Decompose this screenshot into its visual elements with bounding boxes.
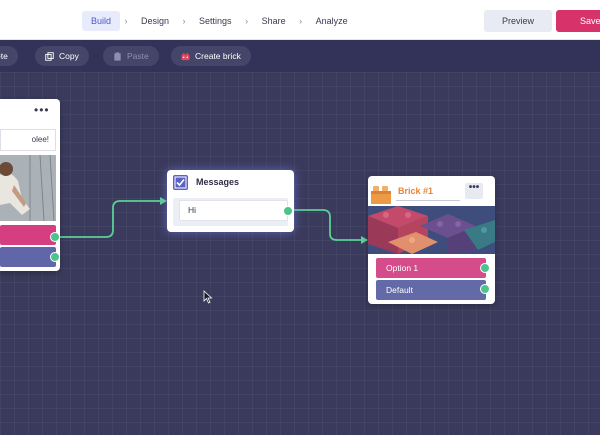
output-port[interactable]: [50, 232, 60, 242]
create-brick-button[interactable]: Create brick: [171, 46, 251, 66]
lego-bricks-image: [368, 206, 495, 254]
save-button[interactable]: Save: [556, 10, 600, 32]
brick-icon: [371, 186, 391, 204]
top-navigation-bar: Build › Design › Settings › Share › Anal…: [0, 0, 600, 40]
delete-button[interactable]: ete: [0, 46, 18, 66]
lego-bricks-illustration: [368, 206, 495, 254]
node-body: Hi: [173, 198, 288, 226]
chevron-right-icon: ›: [124, 16, 128, 26]
copy-icon: [45, 51, 54, 61]
more-dots-icon[interactable]: •••: [465, 183, 483, 199]
tab-settings[interactable]: Settings: [190, 11, 241, 31]
node-previous-brick[interactable]: ••• olee!: [0, 99, 60, 271]
flow-canvas[interactable]: ••• olee! Messages Hi Brick #1 ••• Optio…: [0, 72, 600, 435]
preview-button[interactable]: Preview: [484, 10, 552, 32]
tab-analyze[interactable]: Analyze: [307, 11, 357, 31]
chevron-right-icon: ›: [299, 16, 303, 26]
output-port[interactable]: [50, 252, 60, 262]
node-option-1[interactable]: [0, 225, 56, 245]
paste-button-label: Paste: [127, 51, 149, 61]
connections-layer: [57, 197, 368, 244]
copy-button-label: Copy: [59, 51, 79, 61]
node-option-default[interactable]: [0, 247, 56, 267]
tab-share[interactable]: Share: [253, 11, 295, 31]
output-port[interactable]: [480, 284, 490, 294]
arrowhead-icon: [361, 236, 368, 244]
brick-option-default[interactable]: Default: [376, 280, 486, 300]
chevron-right-icon: ›: [245, 16, 249, 26]
checkbox-icon: [173, 175, 188, 190]
more-dots-icon[interactable]: •••: [34, 103, 50, 117]
node-messages[interactable]: Messages Hi: [167, 170, 294, 232]
message-bubble[interactable]: Hi: [179, 200, 288, 221]
person-photo: [0, 155, 56, 221]
step-navigation: Build › Design › Settings › Share › Anal…: [82, 11, 357, 31]
copy-button[interactable]: Copy: [35, 46, 89, 66]
output-port[interactable]: [283, 206, 293, 216]
brick-icon: [181, 52, 190, 60]
chevron-right-icon: ›: [182, 16, 186, 26]
tab-build[interactable]: Build: [82, 11, 121, 31]
brick-option-1[interactable]: Option 1: [376, 258, 486, 278]
clipboard-icon: [114, 51, 121, 61]
create-brick-button-label: Create brick: [195, 51, 241, 61]
output-port[interactable]: [480, 263, 490, 273]
title-underline: [396, 200, 460, 201]
tab-design[interactable]: Design: [132, 11, 178, 31]
mouse-pointer-icon: [203, 290, 213, 304]
node-message-bubble: olee!: [0, 129, 56, 151]
paste-button[interactable]: Paste: [103, 46, 159, 66]
node-title[interactable]: Brick #1: [398, 186, 433, 196]
delete-button-label: ete: [0, 51, 8, 61]
node-photo: [0, 155, 56, 221]
connection-messages-to-brick: [290, 209, 366, 241]
node-brick-1[interactable]: Brick #1 ••• Option 1 Default: [368, 176, 495, 304]
connection-left-to-messages: [57, 200, 165, 238]
editor-toolbar: ete Copy Paste Create brick: [0, 40, 600, 72]
node-title: Messages: [196, 177, 240, 187]
arrowhead-icon: [160, 197, 167, 205]
